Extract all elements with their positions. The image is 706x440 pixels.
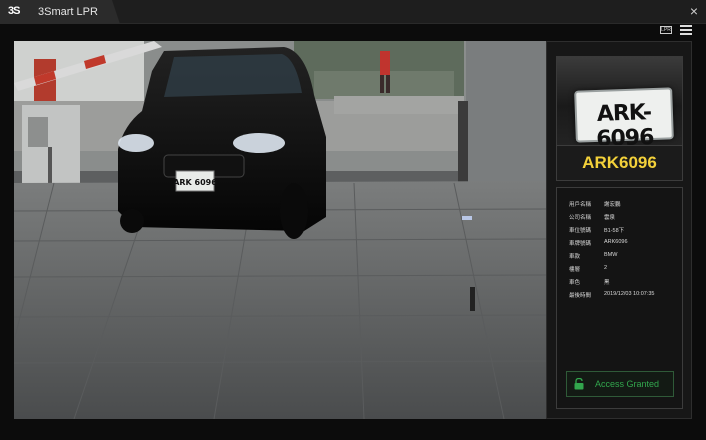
plate-number: ARK6096 <box>556 145 683 181</box>
field-value: BMW <box>604 252 618 258</box>
field-label: 用戶名稱 <box>569 202 592 208</box>
close-icon[interactable]: × <box>690 3 698 19</box>
field-value: 謝宏鵬 <box>604 202 621 208</box>
info-row: 樓層 2 <box>569 265 684 275</box>
field-value: 2019/12/03 10:07:35 <box>604 291 655 297</box>
info-row: 車款 BMW <box>569 252 684 262</box>
camera-feed[interactable]: ARK 6096 <box>14 41 546 419</box>
camera-scene: ARK 6096 <box>14 41 546 419</box>
access-status-badge: Access Granted <box>566 371 674 397</box>
field-value: B1-58下 <box>604 228 625 234</box>
field-label: 公司名稱 <box>569 215 592 221</box>
info-row: 最後時間 2019/12/03 10:07:35 <box>569 291 684 301</box>
title-bar: 3S 3Smart LPR × <box>0 0 706 24</box>
access-status-label: Access Granted <box>595 379 660 389</box>
field-label: 最後時間 <box>569 293 592 299</box>
list-icon[interactable] <box>680 24 692 36</box>
info-row: 公司名稱 雲泉 <box>569 213 684 223</box>
info-row: 用戶名稱 謝宏鵬 <box>569 200 684 210</box>
recognition-panel: ARK-6096 ARK6096 用戶名稱 謝宏鵬 公司名稱 雲泉 車位號碼 B… <box>546 41 692 419</box>
lpr-icon[interactable]: LPR <box>660 26 672 34</box>
info-row: 車色 黑 <box>569 278 684 288</box>
vehicle-info: 用戶名稱 謝宏鵬 公司名稱 雲泉 車位號碼 B1-58下 車牌號碼 ARK609… <box>556 187 683 409</box>
field-value: ARK6096 <box>604 239 628 245</box>
field-value: 黑 <box>604 280 610 286</box>
unlock-icon <box>574 378 584 390</box>
toolbar: LPR <box>0 24 706 40</box>
app-logo: 3S <box>8 5 20 17</box>
app-title: 3Smart LPR <box>38 6 98 18</box>
field-label: 車色 <box>569 280 581 286</box>
info-row: 車牌號碼 ARK6096 <box>569 239 684 249</box>
field-label: 車位號碼 <box>569 228 592 234</box>
field-value: 2 <box>604 265 608 271</box>
field-label: 車牌號碼 <box>569 241 592 247</box>
plate-image: ARK-6096 <box>574 87 674 152</box>
field-label: 樓層 <box>569 267 581 273</box>
vehicle-plate-text: ARK 6096 <box>173 178 217 187</box>
field-label: 車款 <box>569 254 581 260</box>
field-value: 雲泉 <box>604 215 616 221</box>
info-row: 車位號碼 B1-58下 <box>569 226 684 236</box>
